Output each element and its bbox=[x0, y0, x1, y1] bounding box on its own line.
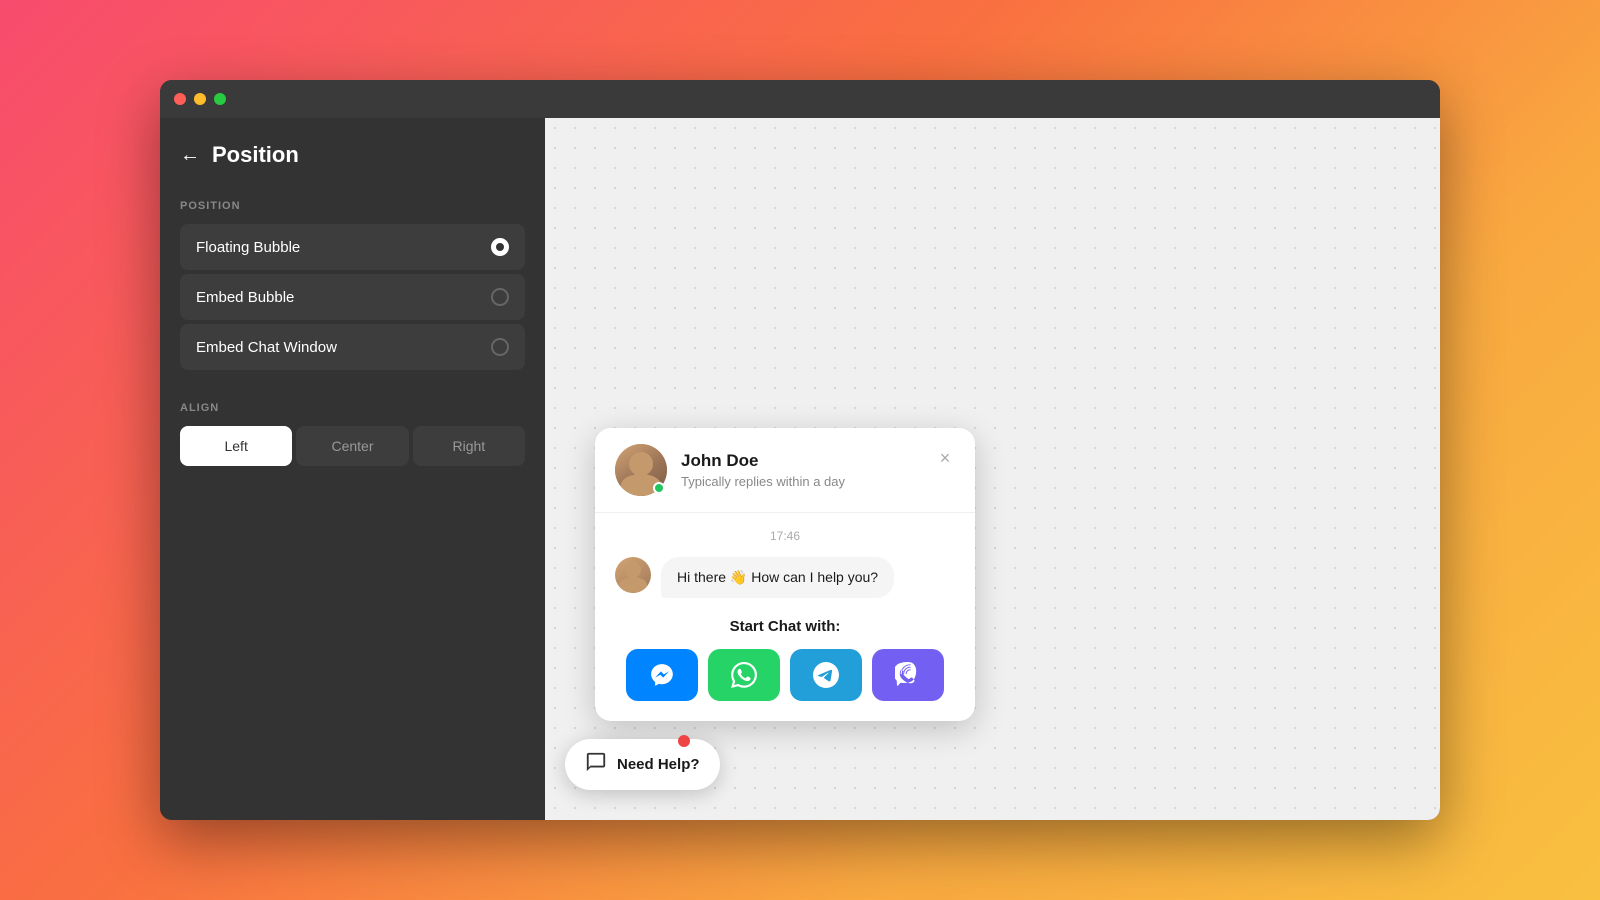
titlebar bbox=[160, 80, 1440, 118]
message-avatar bbox=[615, 557, 651, 593]
close-traffic-light[interactable] bbox=[174, 93, 186, 105]
avatar-wrapper bbox=[615, 444, 667, 496]
chat-header: John Doe Typically replies within a day … bbox=[595, 428, 975, 513]
chat-body: 17:46 Hi there 👋 How can I help you? Sta… bbox=[595, 513, 975, 721]
align-section-label: ALIGN bbox=[180, 402, 525, 414]
app-window: ← Position POSITION Floating Bubble Embe… bbox=[160, 80, 1440, 820]
position-option-floating-bubble[interactable]: Floating Bubble bbox=[180, 224, 525, 270]
telegram-icon bbox=[813, 662, 839, 688]
position-options: Floating Bubble Embed Bubble Embed Chat … bbox=[180, 224, 525, 370]
page-title: Position bbox=[212, 142, 299, 168]
maximize-traffic-light[interactable] bbox=[214, 93, 226, 105]
position-option-embed-bubble[interactable]: Embed Bubble bbox=[180, 274, 525, 320]
chat-user-status: Typically replies within a day bbox=[681, 474, 845, 489]
radio-embed-chat-window[interactable] bbox=[491, 338, 509, 356]
chat-message-row: Hi there 👋 How can I help you? bbox=[615, 557, 955, 598]
window-body: ← Position POSITION Floating Bubble Embe… bbox=[160, 118, 1440, 820]
align-center-button[interactable]: Center bbox=[296, 426, 408, 466]
close-chat-button[interactable]: × bbox=[931, 444, 959, 472]
chat-popup: John Doe Typically replies within a day … bbox=[595, 428, 975, 721]
position-section-label: POSITION bbox=[180, 200, 525, 212]
position-option-label: Floating Bubble bbox=[196, 239, 300, 256]
align-buttons: Left Center Right bbox=[180, 426, 525, 466]
viber-icon bbox=[895, 662, 921, 688]
radio-embed-bubble[interactable] bbox=[491, 288, 509, 306]
preview-area: John Doe Typically replies within a day … bbox=[545, 118, 1440, 820]
telegram-button[interactable] bbox=[790, 649, 862, 701]
sidebar: ← Position POSITION Floating Bubble Embe… bbox=[160, 118, 545, 820]
start-chat-section: Start Chat with: bbox=[615, 618, 955, 701]
floating-bubble[interactable]: Need Help? bbox=[565, 739, 720, 790]
viber-button[interactable] bbox=[872, 649, 944, 701]
position-option-label: Embed Bubble bbox=[196, 289, 294, 306]
bubble-notification-dot bbox=[678, 735, 690, 747]
chat-app-buttons bbox=[615, 649, 955, 701]
minimize-traffic-light[interactable] bbox=[194, 93, 206, 105]
align-left-button[interactable]: Left bbox=[180, 426, 292, 466]
whatsapp-icon bbox=[731, 662, 757, 688]
whatsapp-button[interactable] bbox=[708, 649, 780, 701]
online-indicator bbox=[653, 482, 665, 494]
back-header: ← Position bbox=[180, 142, 525, 168]
align-section: ALIGN Left Center Right bbox=[180, 402, 525, 466]
bubble-chat-icon bbox=[585, 751, 607, 778]
align-right-button[interactable]: Right bbox=[413, 426, 525, 466]
chat-user-name: John Doe bbox=[681, 451, 845, 471]
bubble-icon-svg bbox=[585, 751, 607, 773]
chat-timestamp: 17:46 bbox=[615, 529, 955, 543]
back-button[interactable]: ← bbox=[180, 144, 200, 167]
position-option-embed-chat-window[interactable]: Embed Chat Window bbox=[180, 324, 525, 370]
chat-user-info: John Doe Typically replies within a day bbox=[681, 451, 845, 489]
message-bubble: Hi there 👋 How can I help you? bbox=[661, 557, 894, 598]
position-option-label: Embed Chat Window bbox=[196, 339, 337, 356]
start-chat-label: Start Chat with: bbox=[615, 618, 955, 635]
bubble-text: Need Help? bbox=[617, 756, 700, 773]
messenger-icon bbox=[649, 662, 675, 688]
radio-floating-bubble[interactable] bbox=[491, 238, 509, 256]
messenger-button[interactable] bbox=[626, 649, 698, 701]
